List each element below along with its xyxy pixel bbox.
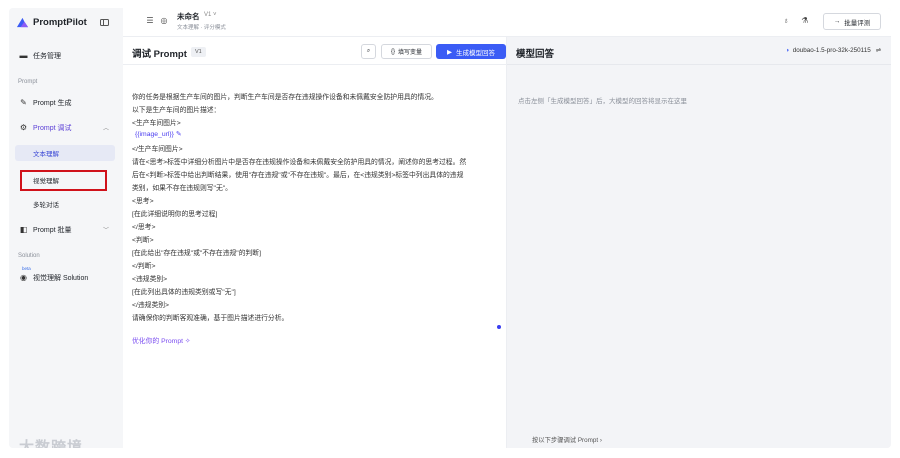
bulb-icon[interactable]: ♁ bbox=[781, 16, 791, 26]
generate-answer-button[interactable]: ▶ 生成模型回答 bbox=[436, 44, 506, 59]
play-icon: ▶ bbox=[447, 48, 452, 56]
scan-icon: ⌕ bbox=[366, 48, 371, 54]
sidebar: PromptPilot ▬ 任务管理 Prompt ✎ Prompt 生成 ⚙ … bbox=[9, 8, 123, 448]
guide-hint-label: 按以下步骤调试 Prompt bbox=[532, 437, 599, 444]
topbar: ☰ ◎ 未命名 V1 ˅ 文本理解 · 评分模式 ♁ ⚗ → 批量评测 bbox=[123, 8, 891, 37]
status-dot bbox=[497, 325, 501, 329]
fill-variable-label: 填写变量 bbox=[398, 50, 423, 56]
batch-eval-button[interactable]: → 批量评测 bbox=[823, 13, 881, 30]
prompt-line: <思考> bbox=[132, 198, 154, 205]
sidebar-item-label: 视觉理解 Solution bbox=[33, 274, 89, 282]
prompt-line: [在此列出具体的违规类别或写"无"] bbox=[132, 289, 236, 296]
variable-name: {{image_url}} bbox=[135, 131, 174, 138]
highlight-annotation bbox=[20, 170, 107, 191]
eye-icon: ◉ bbox=[20, 273, 27, 282]
doc-version-select[interactable]: V1 ˅ bbox=[204, 12, 217, 18]
prompt-line: <判断> bbox=[132, 237, 154, 244]
model-select[interactable]: ◗ doubao-1.5-pro-32k-250115 ⇌ bbox=[786, 47, 881, 54]
arrow-right-icon: → bbox=[833, 18, 841, 25]
brand[interactable]: PromptPilot bbox=[16, 16, 87, 29]
target-icon[interactable]: ◎ bbox=[159, 16, 169, 26]
prompt-line: 请在<思考>标签中详细分析图片中是否存在违规操作设备和未佩戴安全防护用具的情况，… bbox=[132, 159, 467, 166]
prompt-editor-header: 调试 Prompt V1 ⌕ {} 填写变量 ▶ 生成模型回答 bbox=[123, 37, 506, 65]
model-name: doubao-1.5-pro-32k-250115 bbox=[792, 47, 871, 54]
prompt-line: 以下是生产车间的图片描述： bbox=[132, 107, 221, 114]
model-answer-pane: 模型回答 ◗ doubao-1.5-pro-32k-250115 ⇌ 点击左侧「… bbox=[507, 37, 891, 448]
variable-scan-button[interactable]: ⌕ bbox=[361, 44, 376, 59]
fill-variable-button[interactable]: {} 填写变量 bbox=[381, 44, 432, 59]
generate-label: 生成模型回答 bbox=[456, 49, 495, 57]
group-label-prompt: Prompt bbox=[18, 79, 38, 85]
sidebar-item-prompt-gen[interactable]: ✎ Prompt 生成 bbox=[15, 94, 115, 111]
prompt-line: 后在<判断>标签中给出判断结果，使用"存在违规"或"不存在违规"。最后，在<违规… bbox=[132, 172, 464, 179]
brand-name: PromptPilot bbox=[33, 17, 87, 28]
prompt-line: </思考> bbox=[132, 224, 156, 231]
prompt-line: </违规类别> bbox=[132, 302, 170, 309]
prompt-line: <生产车间图片> bbox=[132, 120, 181, 127]
sidebar-subitem-multiturn[interactable]: 多轮对话 bbox=[15, 196, 115, 212]
prompt-line: [在此给出"存在违规"或"不存在违规"的判断] bbox=[132, 250, 261, 257]
flask-icon[interactable]: ⚗ bbox=[800, 16, 810, 26]
debug-icon: ⚙ bbox=[19, 123, 28, 132]
braces-icon: {} bbox=[390, 48, 395, 55]
prompt-line: </判断> bbox=[132, 263, 156, 270]
edit-icon: ✎ bbox=[175, 131, 182, 138]
prompt-line: 请确保你的判断客观准确，基于图片描述进行分析。 bbox=[132, 315, 289, 322]
version-badge: V1 bbox=[191, 47, 206, 57]
prompt-editor-title: 调试 Prompt bbox=[132, 49, 187, 60]
sidebar-subitem-text[interactable]: 文本理解 bbox=[15, 145, 115, 161]
sparkle-icon: ✧ bbox=[184, 338, 191, 345]
model-answer-header: 模型回答 ◗ doubao-1.5-pro-32k-250115 ⇌ bbox=[507, 37, 891, 65]
doc-title[interactable]: 未命名 bbox=[177, 11, 200, 22]
batch-eval-label: 批量评测 bbox=[844, 19, 871, 27]
sidebar-item-prompt-batch[interactable]: ◧ Prompt 批量 ﹀ bbox=[15, 221, 115, 238]
doc-subtitle: 文本理解 · 评分模式 bbox=[177, 25, 226, 31]
prompt-line: 你的任务是根据生产车间的图片，判断生产车间是否存在违规操作设备和未佩戴安全防护用… bbox=[132, 94, 438, 101]
menu-icon[interactable]: ☰ bbox=[145, 16, 155, 26]
logo-icon bbox=[16, 17, 29, 28]
group-label-solution: Solution bbox=[18, 253, 40, 259]
sidebar-item-prompt-debug[interactable]: ⚙ Prompt 调试 ︿ bbox=[15, 119, 115, 136]
variable-chip[interactable]: {{image_url}} ✎ bbox=[135, 130, 182, 138]
sidebar-item-label: Prompt 调试 bbox=[33, 124, 72, 132]
sidebar-item-label: Prompt 批量 bbox=[33, 226, 72, 234]
prompt-line: [在此详细说明你的思考过程] bbox=[132, 211, 218, 218]
chevron-down-icon: ﹀ bbox=[102, 228, 109, 234]
sidebar-item-vision-solution[interactable]: ◉ 视觉理解 Solution bbox=[15, 269, 115, 286]
batch-icon: ◧ bbox=[19, 225, 28, 234]
prompt-line: </生产车间图片> bbox=[132, 146, 183, 153]
model-logo-icon: ◗ bbox=[785, 47, 790, 54]
sidebar-item-label: Prompt 生成 bbox=[33, 99, 72, 107]
optimize-prompt-link[interactable]: 优化你的 Prompt ✧ bbox=[132, 335, 191, 345]
sidebar-item-label: 任务管理 bbox=[33, 52, 61, 60]
prompt-line: 类别，如果不存在违规则写"无"。 bbox=[132, 185, 232, 192]
watermark: 大数跨境 bbox=[19, 439, 84, 448]
sidebar-toggle-icon[interactable] bbox=[100, 19, 109, 26]
model-answer-title: 模型回答 bbox=[516, 49, 555, 60]
folder-icon: ▬ bbox=[19, 51, 28, 60]
magic-wand-icon: ✎ bbox=[20, 98, 27, 107]
empty-hint: 点击左侧「生成模型回答」后，大模型的回答将显示在这里 bbox=[518, 98, 687, 105]
chevron-up-icon: ︿ bbox=[102, 126, 109, 132]
prompt-line: <违规类别> bbox=[132, 276, 168, 283]
settings-icon: ⇌ bbox=[875, 47, 881, 54]
doc-version: V1 bbox=[204, 12, 212, 18]
sidebar-item-task-mgmt[interactable]: ▬ 任务管理 bbox=[15, 47, 115, 64]
app-frame: PromptPilot ▬ 任务管理 Prompt ✎ Prompt 生成 ⚙ … bbox=[9, 8, 891, 448]
optimize-label: 优化你的 Prompt bbox=[132, 338, 183, 345]
prompt-editor-pane: 调试 Prompt V1 ⌕ {} 填写变量 ▶ 生成模型回答 你的任务是根据生… bbox=[123, 37, 507, 448]
guide-hint[interactable]: 按以下步骤调试 Prompt › bbox=[532, 435, 602, 444]
